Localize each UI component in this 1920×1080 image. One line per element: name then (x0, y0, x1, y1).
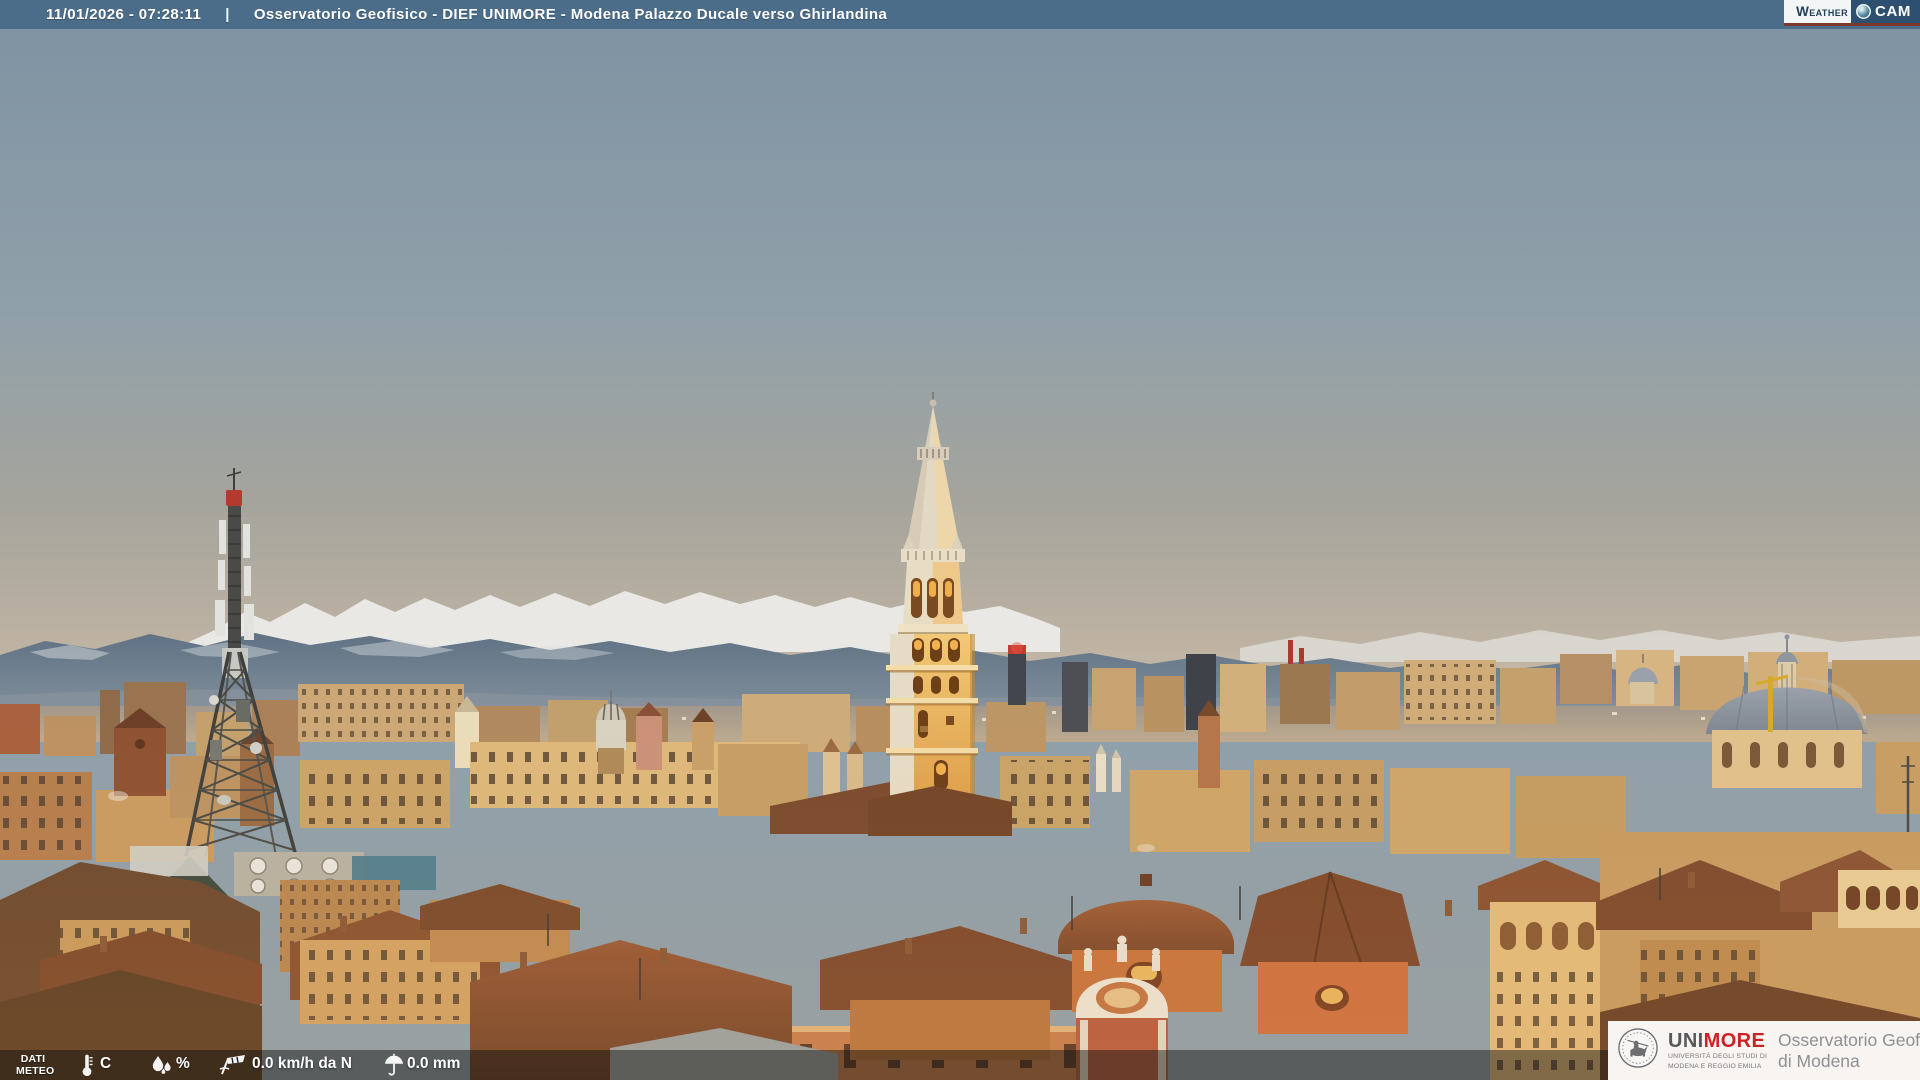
weathercam-weather-text: Weather (1796, 4, 1849, 19)
unimore-wordmark-text: UNIMORE (1668, 1031, 1767, 1051)
timestamp: 11/01/2026 - 07:28:11 (46, 6, 202, 23)
weathercam-weather-panel: Weather (1784, 0, 1852, 23)
weather-bar-label-line1: DATI (20, 1053, 46, 1065)
header-bar: 11/01/2026 - 07:28:11 | Osservatorio Geo… (0, 0, 1920, 29)
weather-data-bar: DATI METEO C % 0.0 km/h da N 0.0 mm (0, 1050, 1608, 1080)
separator: | (225, 6, 230, 23)
modena-panorama (0, 0, 1920, 1080)
weather-bar-label: DATI METEO (16, 1053, 55, 1077)
weathercam-underline (1784, 23, 1920, 26)
humidity-drops-icon (150, 1053, 174, 1077)
webcam-photo (0, 0, 1920, 1080)
temperature-value: C (100, 1055, 112, 1072)
weathercam-logo[interactable]: Weather CAM (1784, 0, 1920, 26)
unimore-seal-icon (1617, 1027, 1659, 1074)
page-title: Osservatorio Geofisico - DIEF UNIMORE - … (253, 6, 888, 23)
weathercam-cam-text: CAM (1875, 3, 1911, 20)
observatory-name-line1: Osservatorio Geofisico (1778, 1029, 1920, 1050)
globe-icon (1856, 4, 1872, 19)
thermometer-icon (80, 1053, 94, 1077)
rain-value: 0.0 mm (407, 1055, 461, 1072)
observatory-name-line2: di Modena (1778, 1050, 1860, 1071)
webcam-page: 11/01/2026 - 07:28:11 | Osservatorio Geo… (0, 0, 1920, 1080)
weather-bar-label-line2: METEO (16, 1065, 55, 1077)
weathercam-logo-row: Weather CAM (1784, 0, 1920, 23)
observatory-name: Osservatorio Geofisico di Modena (1778, 1030, 1920, 1072)
unimore-wordmark: UNIMORE UNIVERSITÀ DEGLI STUDI DI MODENA… (1668, 1031, 1767, 1071)
umbrella-icon (383, 1053, 405, 1077)
wind-value: 0.0 km/h da N (252, 1055, 352, 1072)
unimore-tagline-line1: UNIVERSITÀ DEGLI STUDI DI (1668, 1052, 1768, 1060)
unimore-logo[interactable]: UNIMORE UNIVERSITÀ DEGLI STUDI DI MODENA… (1608, 1021, 1920, 1080)
weathercam-cam-panel: CAM (1851, 0, 1920, 23)
humidity-value: % (176, 1055, 190, 1072)
unimore-more: MORE (1703, 1029, 1766, 1052)
unimore-tagline-line2: MODENA E REGGIO EMILIA (1668, 1062, 1762, 1070)
red-sign-tower (1008, 642, 1026, 705)
wind-icon (218, 1053, 248, 1077)
unimore-uni: UNI (1668, 1029, 1704, 1052)
